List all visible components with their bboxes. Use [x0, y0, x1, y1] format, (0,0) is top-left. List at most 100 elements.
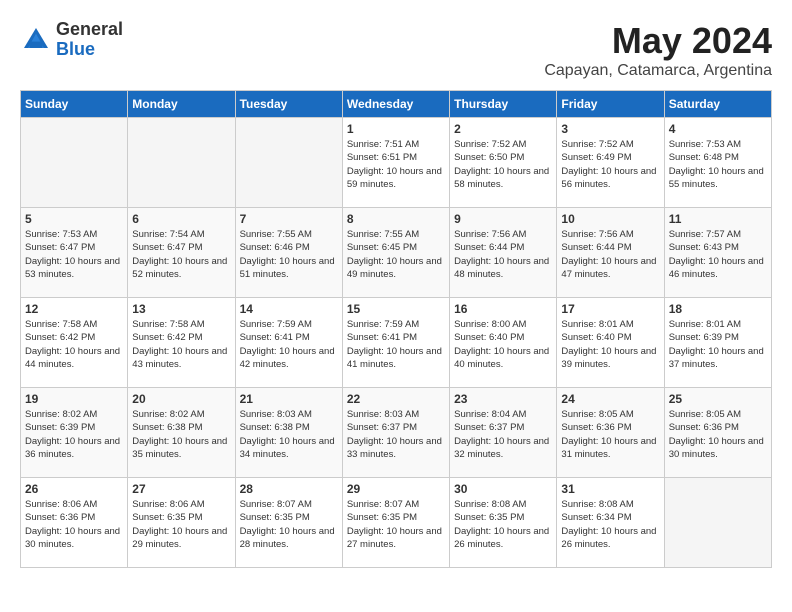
day-info: Sunrise: 8:02 AMSunset: 6:39 PMDaylight:…: [25, 408, 123, 461]
day-number: 15: [347, 302, 445, 316]
calendar-day-cell: 15 Sunrise: 7:59 AMSunset: 6:41 PMDayligh…: [342, 298, 449, 388]
day-info: Sunrise: 8:00 AMSunset: 6:40 PMDaylight:…: [454, 318, 552, 371]
calendar-day-cell: 12 Sunrise: 7:58 AMSunset: 6:42 PMDayligh…: [21, 298, 128, 388]
calendar-day-cell: 18 Sunrise: 8:01 AMSunset: 6:39 PMDayligh…: [664, 298, 771, 388]
calendar-day-cell: 7 Sunrise: 7:55 AMSunset: 6:46 PMDaylight…: [235, 208, 342, 298]
day-number: 19: [25, 392, 123, 406]
calendar-week-row: 26 Sunrise: 8:06 AMSunset: 6:36 PMDayligh…: [21, 478, 772, 568]
calendar-day-cell: 6 Sunrise: 7:54 AMSunset: 6:47 PMDaylight…: [128, 208, 235, 298]
day-number: 10: [561, 212, 659, 226]
calendar-day-cell: 20Sunrise: 8:02 AMSunset: 6:38 PMDayligh…: [128, 388, 235, 478]
day-number: 20: [132, 392, 230, 406]
day-info: Sunrise: 7:59 AMSunset: 6:41 PMDaylight:…: [347, 318, 445, 371]
calendar-day-cell: 2Sunrise: 7:52 AMSunset: 6:50 PMDaylight…: [450, 118, 557, 208]
calendar-day-cell: 8 Sunrise: 7:55 AMSunset: 6:45 PMDaylight…: [342, 208, 449, 298]
day-number: 8: [347, 212, 445, 226]
calendar-day-cell: 21 Sunrise: 8:03 AMSunset: 6:38 PMDayligh…: [235, 388, 342, 478]
day-number: 25: [669, 392, 767, 406]
calendar-body: 1Sunrise: 7:51 AMSunset: 6:51 PMDaylight…: [21, 118, 772, 568]
calendar-day-cell: 28 Sunrise: 8:07 AMSunset: 6:35 PMDayligh…: [235, 478, 342, 568]
calendar-day-cell: 25 Sunrise: 8:05 AMSunset: 6:36 PMDayligh…: [664, 388, 771, 478]
calendar-day-cell: 22 Sunrise: 8:03 AMSunset: 6:37 PMDayligh…: [342, 388, 449, 478]
calendar-day-cell: 30Sunrise: 8:08 AMSunset: 6:35 PMDayligh…: [450, 478, 557, 568]
day-info: Sunrise: 7:56 AMSunset: 6:44 PMDaylight:…: [561, 228, 659, 281]
day-info: Sunrise: 7:58 AMSunset: 6:42 PMDaylight:…: [132, 318, 230, 371]
calendar-day-cell: 19 Sunrise: 8:02 AMSunset: 6:39 PMDayligh…: [21, 388, 128, 478]
day-info: Sunrise: 8:03 AMSunset: 6:37 PMDaylight:…: [347, 408, 445, 461]
day-info: Sunrise: 7:55 AMSunset: 6:45 PMDaylight:…: [347, 228, 445, 281]
day-info: Sunrise: 8:04 AMSunset: 6:37 PMDaylight:…: [454, 408, 552, 461]
calendar-day-cell: 14Sunrise: 7:59 AMSunset: 6:41 PMDayligh…: [235, 298, 342, 388]
day-number: 21: [240, 392, 338, 406]
day-number: 16: [454, 302, 552, 316]
calendar-header-row: SundayMondayTuesdayWednesdayThursdayFrid…: [21, 91, 772, 118]
calendar-day-cell: 1Sunrise: 7:51 AMSunset: 6:51 PMDaylight…: [342, 118, 449, 208]
day-info: Sunrise: 8:01 AMSunset: 6:39 PMDaylight:…: [669, 318, 767, 371]
day-number: 18: [669, 302, 767, 316]
day-number: 6: [132, 212, 230, 226]
day-number: 3: [561, 122, 659, 136]
day-info: Sunrise: 7:59 AMSunset: 6:41 PMDaylight:…: [240, 318, 338, 371]
calendar-day-cell: 27 Sunrise: 8:06 AMSunset: 6:35 PMDayligh…: [128, 478, 235, 568]
calendar-day-cell: 26 Sunrise: 8:06 AMSunset: 6:36 PMDayligh…: [21, 478, 128, 568]
day-number: 12: [25, 302, 123, 316]
day-number: 5: [25, 212, 123, 226]
day-info: Sunrise: 8:05 AMSunset: 6:36 PMDaylight:…: [561, 408, 659, 461]
day-number: 11: [669, 212, 767, 226]
day-info: Sunrise: 7:54 AMSunset: 6:47 PMDaylight:…: [132, 228, 230, 281]
day-info: Sunrise: 7:58 AMSunset: 6:42 PMDaylight:…: [25, 318, 123, 371]
title-area: May 2024 Capayan, Catamarca, Argentina: [544, 20, 772, 80]
day-number: 24: [561, 392, 659, 406]
day-info: Sunrise: 8:07 AMSunset: 6:35 PMDaylight:…: [240, 498, 338, 551]
calendar-table: SundayMondayTuesdayWednesdayThursdayFrid…: [20, 90, 772, 568]
calendar-day-cell: 13Sunrise: 7:58 AMSunset: 6:42 PMDayligh…: [128, 298, 235, 388]
day-number: 22: [347, 392, 445, 406]
logo-blue-text: Blue: [56, 39, 95, 59]
calendar-day-cell: [128, 118, 235, 208]
day-info: Sunrise: 8:05 AMSunset: 6:36 PMDaylight:…: [669, 408, 767, 461]
calendar-week-row: 1Sunrise: 7:51 AMSunset: 6:51 PMDaylight…: [21, 118, 772, 208]
calendar-week-row: 12 Sunrise: 7:58 AMSunset: 6:42 PMDayligh…: [21, 298, 772, 388]
month-title: May 2024: [544, 20, 772, 62]
day-info: Sunrise: 8:07 AMSunset: 6:35 PMDaylight:…: [347, 498, 445, 551]
day-number: 27: [132, 482, 230, 496]
calendar-day-cell: 3Sunrise: 7:52 AMSunset: 6:49 PMDaylight…: [557, 118, 664, 208]
calendar-day-cell: 10 Sunrise: 7:56 AMSunset: 6:44 PMDayligh…: [557, 208, 664, 298]
calendar-day-cell: 11Sunrise: 7:57 AMSunset: 6:43 PMDayligh…: [664, 208, 771, 298]
calendar-week-row: 5Sunrise: 7:53 AMSunset: 6:47 PMDaylight…: [21, 208, 772, 298]
day-info: Sunrise: 8:08 AMSunset: 6:34 PMDaylight:…: [561, 498, 659, 551]
calendar-day-header: Friday: [557, 91, 664, 118]
day-number: 26: [25, 482, 123, 496]
calendar-day-header: Saturday: [664, 91, 771, 118]
logo-icon: [20, 24, 52, 56]
day-number: 4: [669, 122, 767, 136]
day-number: 17: [561, 302, 659, 316]
day-number: 29: [347, 482, 445, 496]
calendar-day-cell: [664, 478, 771, 568]
day-number: 31: [561, 482, 659, 496]
calendar-day-cell: 29 Sunrise: 8:07 AMSunset: 6:35 PMDayligh…: [342, 478, 449, 568]
calendar-week-row: 19 Sunrise: 8:02 AMSunset: 6:39 PMDayligh…: [21, 388, 772, 478]
calendar-day-cell: 23Sunrise: 8:04 AMSunset: 6:37 PMDayligh…: [450, 388, 557, 478]
page-header: General Blue May 2024 Capayan, Catamarca…: [20, 20, 772, 80]
day-number: 7: [240, 212, 338, 226]
day-info: Sunrise: 7:51 AMSunset: 6:51 PMDaylight:…: [347, 138, 445, 191]
day-info: Sunrise: 8:06 AMSunset: 6:35 PMDaylight:…: [132, 498, 230, 551]
logo-general-text: General: [56, 19, 123, 39]
day-info: Sunrise: 7:56 AMSunset: 6:44 PMDaylight:…: [454, 228, 552, 281]
calendar-day-cell: 24 Sunrise: 8:05 AMSunset: 6:36 PMDayligh…: [557, 388, 664, 478]
day-info: Sunrise: 7:53 AMSunset: 6:48 PMDaylight:…: [669, 138, 767, 191]
day-number: 2: [454, 122, 552, 136]
logo: General Blue: [20, 20, 123, 60]
calendar-day-cell: 4 Sunrise: 7:53 AMSunset: 6:48 PMDaylight…: [664, 118, 771, 208]
day-number: 9: [454, 212, 552, 226]
day-info: Sunrise: 8:03 AMSunset: 6:38 PMDaylight:…: [240, 408, 338, 461]
day-info: Sunrise: 8:06 AMSunset: 6:36 PMDaylight:…: [25, 498, 123, 551]
calendar-day-cell: 5Sunrise: 7:53 AMSunset: 6:47 PMDaylight…: [21, 208, 128, 298]
day-number: 28: [240, 482, 338, 496]
day-info: Sunrise: 8:01 AMSunset: 6:40 PMDaylight:…: [561, 318, 659, 371]
calendar-day-cell: 9 Sunrise: 7:56 AMSunset: 6:44 PMDaylight…: [450, 208, 557, 298]
day-info: Sunrise: 7:55 AMSunset: 6:46 PMDaylight:…: [240, 228, 338, 281]
calendar-day-header: Sunday: [21, 91, 128, 118]
calendar-day-header: Monday: [128, 91, 235, 118]
